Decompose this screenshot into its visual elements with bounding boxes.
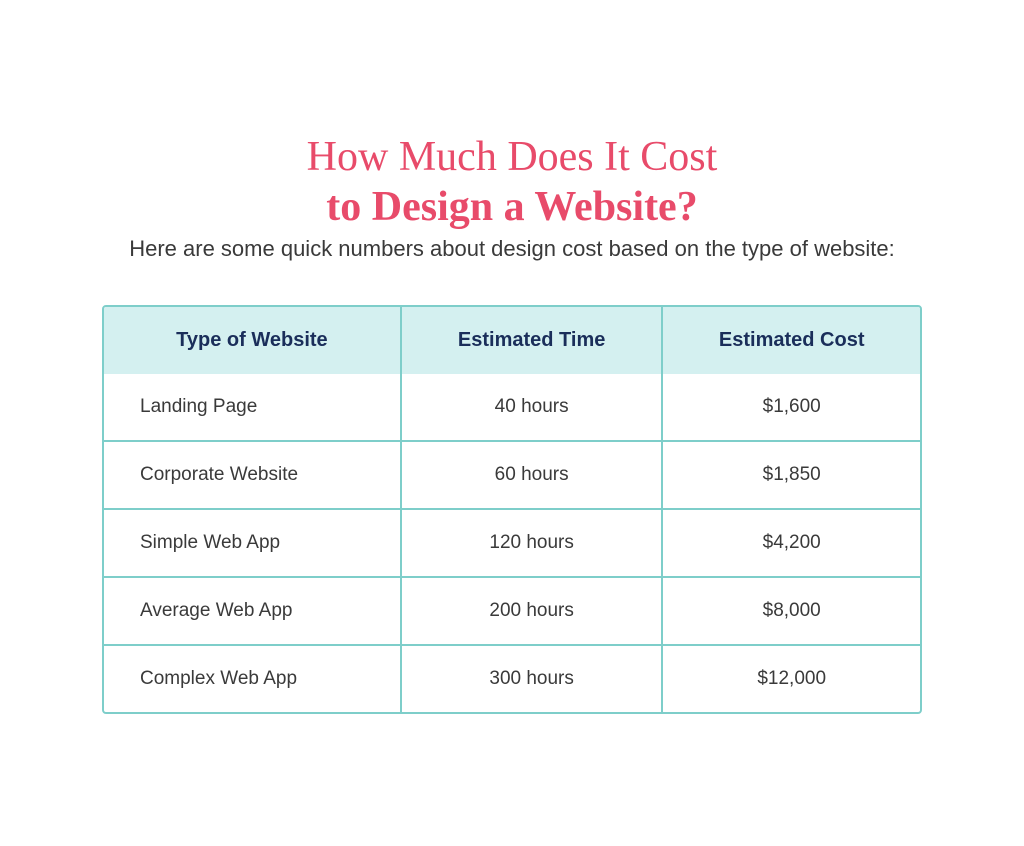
cell-cost: $1,600 bbox=[662, 374, 920, 441]
cell-time: 40 hours bbox=[401, 374, 663, 441]
table-row: Corporate Website60 hours$1,850 bbox=[104, 441, 920, 509]
cell-cost: $12,000 bbox=[662, 645, 920, 712]
cell-time: 60 hours bbox=[401, 441, 663, 509]
col-header-time: Estimated Time bbox=[401, 307, 663, 374]
cell-cost: $1,850 bbox=[662, 441, 920, 509]
cell-type: Landing Page bbox=[104, 374, 401, 441]
table-row: Landing Page40 hours$1,600 bbox=[104, 374, 920, 441]
cell-time: 120 hours bbox=[401, 509, 663, 577]
page-container: How Much Does It Cost to Design a Websit… bbox=[82, 92, 942, 755]
subtitle-text: Here are some quick numbers about design… bbox=[102, 232, 922, 265]
pricing-table: Type of Website Estimated Time Estimated… bbox=[104, 307, 920, 712]
table-header-row: Type of Website Estimated Time Estimated… bbox=[104, 307, 920, 374]
title-line2: to Design a Website? bbox=[326, 184, 697, 230]
cell-time: 200 hours bbox=[401, 577, 663, 645]
cell-cost: $4,200 bbox=[662, 509, 920, 577]
pricing-table-wrapper: Type of Website Estimated Time Estimated… bbox=[102, 305, 922, 714]
col-header-cost: Estimated Cost bbox=[662, 307, 920, 374]
page-title: How Much Does It Cost to Design a Websit… bbox=[102, 132, 922, 233]
table-row: Average Web App200 hours$8,000 bbox=[104, 577, 920, 645]
col-header-type: Type of Website bbox=[104, 307, 401, 374]
table-row: Complex Web App300 hours$12,000 bbox=[104, 645, 920, 712]
cell-time: 300 hours bbox=[401, 645, 663, 712]
title-line1: How Much Does It Cost bbox=[307, 134, 718, 180]
cell-type: Complex Web App bbox=[104, 645, 401, 712]
cell-type: Average Web App bbox=[104, 577, 401, 645]
cell-type: Simple Web App bbox=[104, 509, 401, 577]
cell-type: Corporate Website bbox=[104, 441, 401, 509]
table-row: Simple Web App120 hours$4,200 bbox=[104, 509, 920, 577]
cell-cost: $8,000 bbox=[662, 577, 920, 645]
